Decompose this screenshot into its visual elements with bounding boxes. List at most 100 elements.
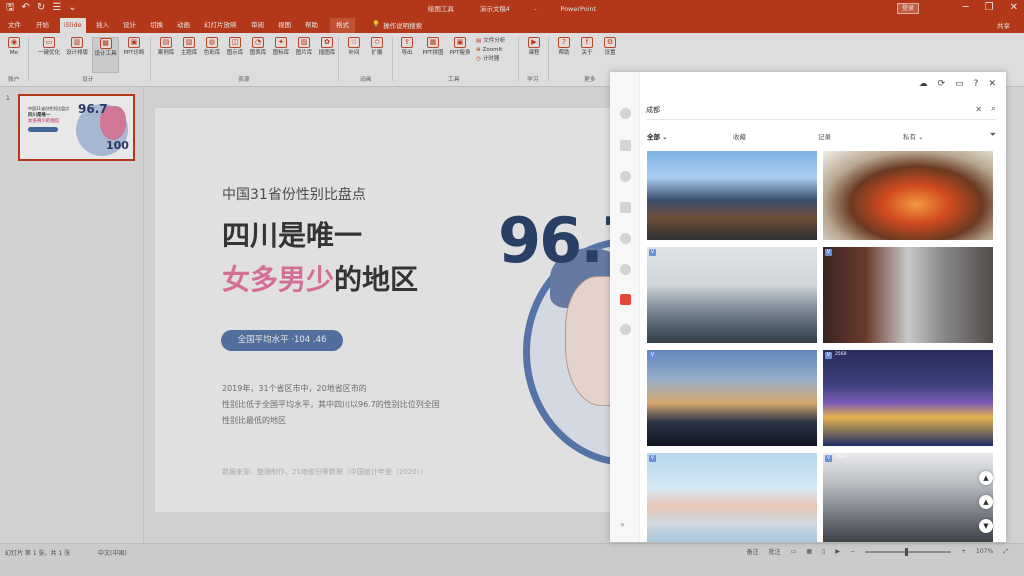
theme-icon[interactable] — [620, 140, 631, 151]
share-button[interactable]: 共享 — [997, 20, 1010, 30]
settings-button[interactable]: ⚙ 设置 — [599, 37, 621, 57]
design-layout-button[interactable]: ▥ 设计排版 — [64, 37, 90, 57]
cloud-icon[interactable]: ☁ — [919, 79, 928, 89]
scroll-top-button[interactable]: ▲ — [979, 471, 993, 485]
slide-headline-2[interactable]: 女多男少的地区 — [222, 258, 418, 298]
notes-button[interactable]: 备注 — [747, 547, 759, 556]
image-result[interactable] — [823, 151, 993, 240]
slide-body-text[interactable]: 2019年，31个省区市中，20地省区市的 性别比低于全国平均水平，其中四川以9… — [222, 381, 482, 429]
chart-library-button[interactable]: ◔ 图表库 — [247, 37, 269, 57]
slide-thumbnail[interactable]: 中国31省份性别比盘点 四川是唯一 女多男少的地区 96.7 100 — [18, 94, 135, 161]
comments-button[interactable]: 批注 — [769, 547, 781, 556]
palette-icon[interactable] — [620, 171, 631, 182]
zoom-out-icon[interactable]: − — [850, 548, 855, 555]
slide-headline-1[interactable]: 四川是唯一 — [222, 214, 362, 254]
slide-editor: 96.7 中国31省份性别比盘点 四川是唯一 女多男少的地区 全国平均水平 ·1… — [145, 87, 615, 543]
tab-design[interactable]: 设计 — [123, 20, 136, 30]
illustration-icon[interactable] — [620, 324, 631, 335]
tab-view[interactable]: 视图 — [278, 20, 291, 30]
image-result[interactable]: V — [647, 350, 817, 446]
export-button[interactable]: ⇪ 导出 — [396, 37, 418, 57]
tab-islide[interactable]: iSlide — [60, 18, 86, 33]
search-input[interactable] — [646, 102, 946, 118]
file-analysis-button[interactable]: ▤ 文件分析 — [476, 37, 505, 46]
zoom-slider[interactable] — [865, 547, 951, 556]
case-library-button[interactable]: ▤ 案例库 — [155, 37, 177, 57]
ppt-diagnosis-button[interactable]: ▣ PPT诊断 — [121, 37, 147, 57]
tell-me-search[interactable]: 💡 操作说明搜索 — [372, 20, 422, 30]
image-result[interactable]: V 2560 — [823, 453, 993, 542]
close-panel-icon[interactable]: ✕ — [988, 79, 996, 89]
filter-private[interactable]: 私有 ⌄ — [903, 131, 924, 141]
slideshow-view-icon[interactable]: ▶ — [835, 548, 840, 555]
illustration-library-button[interactable]: ✿ 插图库 — [316, 37, 338, 57]
star-outline-icon: ✩ — [371, 37, 383, 48]
slide-subtitle[interactable]: 中国31省份性别比盘点 — [222, 184, 366, 204]
image-result[interactable] — [647, 151, 817, 240]
tween-button[interactable]: ☆ 补间 — [343, 37, 365, 57]
filter-favorites[interactable]: 收藏 — [733, 131, 746, 141]
help-button[interactable]: ? 帮助 — [553, 37, 575, 57]
ppt-slim-button[interactable]: ▣ PPT瘦身 — [447, 37, 473, 57]
color-library-button[interactable]: ◍ 色彩库 — [201, 37, 223, 57]
fit-slide-icon[interactable]: ⤢ — [1003, 548, 1008, 556]
filter-all[interactable]: 全部 ⌄ — [647, 131, 668, 141]
zoomit-button[interactable]: ⊕ ZoomIt — [476, 46, 505, 55]
extend-button[interactable]: ✩ 扩展 — [366, 37, 388, 57]
image-result[interactable]: V — [647, 453, 817, 542]
chart-icon[interactable] — [620, 233, 631, 244]
national-average-pill[interactable]: 全国平均水平 ·104 .46 — [221, 330, 343, 351]
image-library-button[interactable]: ▨ 图片库 — [293, 37, 315, 57]
clear-search-icon[interactable]: ✕ — [975, 105, 982, 114]
zoom-in-icon[interactable]: + — [961, 548, 966, 555]
scroll-up-button[interactable]: ▲ — [979, 495, 993, 509]
tab-format[interactable]: 格式 — [330, 18, 355, 33]
icon-library-button[interactable]: ✦ 图标库 — [270, 37, 292, 57]
normal-view-icon[interactable]: ▭ — [791, 548, 797, 555]
big-number[interactable]: 96.7 — [498, 204, 610, 277]
reading-view-icon[interactable]: ▯ — [822, 548, 825, 555]
tab-file[interactable]: 文件 — [8, 20, 21, 30]
tab-slideshow[interactable]: 幻灯片放映 — [204, 20, 237, 30]
data-source-text[interactable]: 数据来源：整理制作，21地省份等数据（中国统计年鉴（2020）） — [222, 467, 427, 477]
me-button[interactable]: ◉ Me — [3, 37, 25, 57]
language-status[interactable]: 中文(中国) — [98, 548, 127, 557]
collapse-icon[interactable]: » — [620, 520, 625, 529]
course-button[interactable]: ▶ 课程 — [523, 37, 545, 57]
login-button[interactable]: 登录 — [897, 3, 919, 14]
restore-button[interactable]: ❐ — [985, 1, 994, 15]
tab-animations[interactable]: 动画 — [177, 20, 190, 30]
scroll-down-button[interactable]: ▼ — [979, 519, 993, 533]
zoom-level[interactable]: 107% — [976, 548, 993, 555]
minimize-button[interactable]: ─ — [963, 1, 969, 15]
funnel-icon[interactable]: ⏷ — [990, 130, 996, 140]
tab-review[interactable]: 审阅 — [251, 20, 264, 30]
screen-icon[interactable]: ▭ — [955, 79, 964, 89]
timer-button[interactable]: ◷ 计时器 — [476, 55, 505, 64]
image-icon[interactable] — [620, 294, 631, 305]
design-tools-button[interactable]: ▦ 设计工具 — [92, 37, 119, 73]
slide-canvas[interactable]: 96.7 中国31省份性别比盘点 四川是唯一 女多男少的地区 全国平均水平 ·1… — [155, 108, 610, 512]
tab-home[interactable]: 开始 — [36, 20, 49, 30]
sorter-view-icon[interactable]: ▦ — [806, 548, 812, 555]
image-result[interactable]: V 2560 — [823, 350, 993, 446]
app-name: PowerPoint — [560, 5, 597, 13]
refresh-icon[interactable]: ⟳ — [938, 79, 946, 89]
tab-help[interactable]: 帮助 — [305, 20, 318, 30]
diagram-icon[interactable] — [620, 202, 631, 213]
ppt-collage-button[interactable]: ▦ PPT拼图 — [420, 37, 446, 57]
about-button[interactable]: f 关于 — [576, 37, 598, 57]
close-window-button[interactable]: ✕ — [1010, 1, 1018, 15]
filter-history[interactable]: 记录 — [818, 131, 831, 141]
diagram-library-button[interactable]: ◫ 图示库 — [224, 37, 246, 57]
iconlib-icon[interactable] — [620, 264, 631, 275]
tab-insert[interactable]: 插入 — [96, 20, 109, 30]
case-icon[interactable] — [620, 108, 631, 119]
image-result[interactable]: V — [647, 247, 817, 343]
one-click-optimize-button[interactable]: ▭ 一键优化 — [36, 37, 62, 57]
help-circle-icon[interactable]: ? — [974, 79, 979, 89]
image-result[interactable]: V — [823, 247, 993, 343]
tab-transitions[interactable]: 切换 — [150, 20, 163, 30]
theme-library-button[interactable]: ▧ 主题库 — [178, 37, 200, 57]
search-icon[interactable]: ⌕ — [991, 104, 996, 114]
